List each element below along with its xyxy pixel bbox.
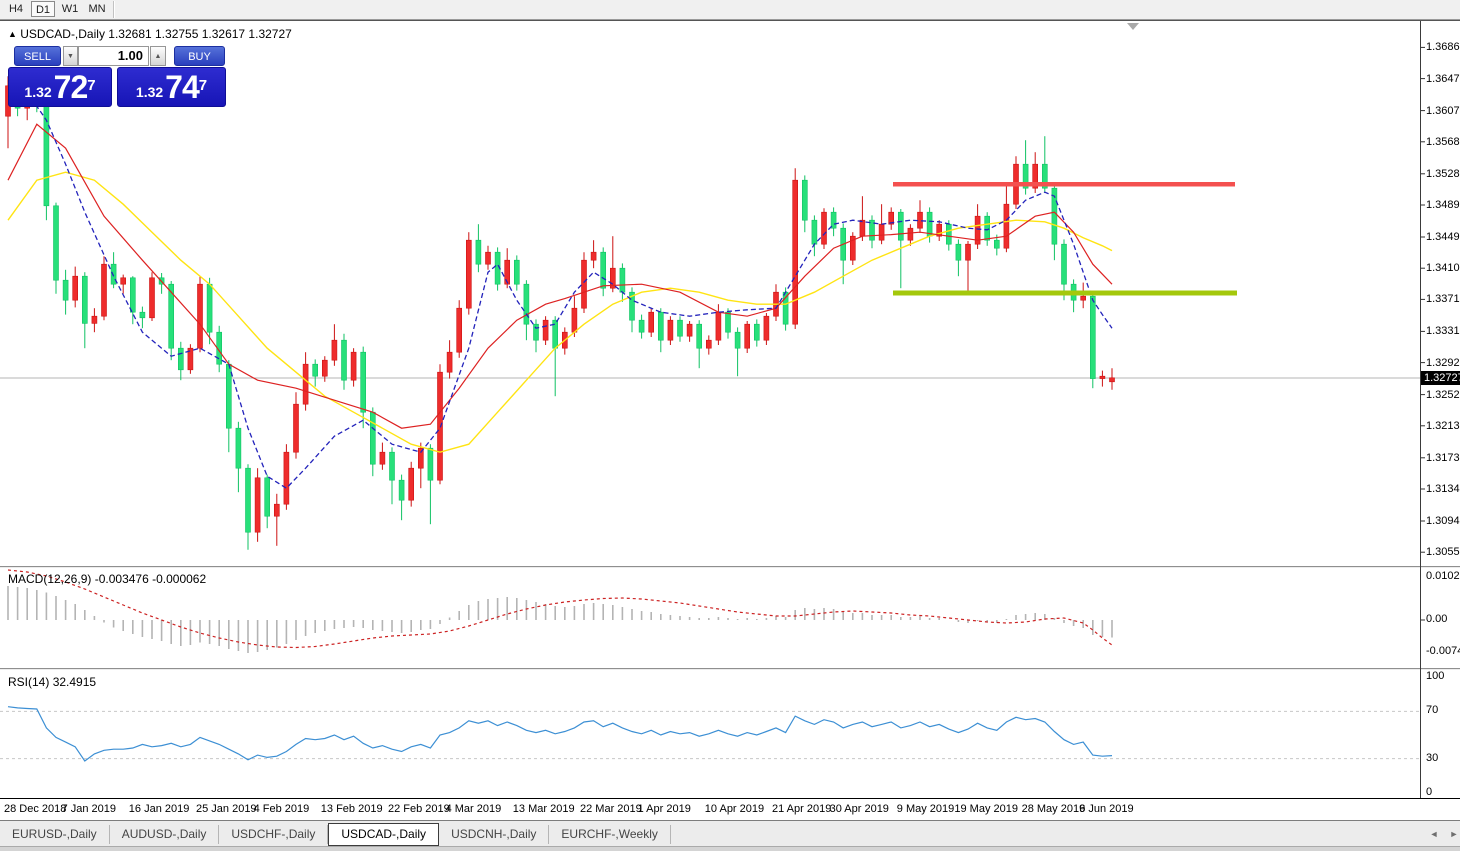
date-axis-label: 9 May 2019 xyxy=(897,803,954,815)
volume-increase-button[interactable]: ▲ xyxy=(150,46,166,66)
price-axis-label: 1.34100 xyxy=(1426,262,1460,274)
date-axis-label: 13 Mar 2019 xyxy=(513,803,575,815)
sell-price-figure: 1.32 xyxy=(24,82,51,102)
volume-decrease-button[interactable]: ▼ xyxy=(63,46,78,66)
buy-price-pips: 74 xyxy=(165,72,199,102)
trading-terminal-window: H4D1W1MN ▲ USDCAD-,Daily 1.32681 1.32755… xyxy=(0,0,1460,851)
rsi-axis-label: 0 xyxy=(1426,786,1432,798)
current-price-tag: 1.32727 xyxy=(1421,371,1460,385)
price-axis-label: 1.32920 xyxy=(1426,357,1460,369)
price-axis-label: 1.32130 xyxy=(1426,420,1460,432)
date-axis-label: 7 Jan 2019 xyxy=(62,803,116,815)
price-axis-label: 1.30940 xyxy=(1426,515,1460,527)
rsi-axis-label: 70 xyxy=(1426,704,1438,716)
macd-axis-label: -0.007477 xyxy=(1426,645,1460,657)
rsi-label: RSI(14) 32.4915 xyxy=(8,675,96,689)
symbol-info-line: ▲ USDCAD-,Daily 1.32681 1.32755 1.32617 … xyxy=(8,27,292,41)
price-axis-label: 1.32520 xyxy=(1426,389,1460,401)
buy-price-point: 7 xyxy=(199,68,207,104)
chart-tab-usdcaddaily[interactable]: USDCAD-,Daily xyxy=(328,823,439,846)
price-axis-label: 1.35680 xyxy=(1426,136,1460,148)
buy-price-button[interactable]: 1.32 74 7 xyxy=(117,67,226,107)
price-axis-label: 1.36860 xyxy=(1426,41,1460,53)
chart-tab-audusddaily[interactable]: AUDUSD-,Daily xyxy=(110,825,220,844)
date-axis-label: 13 Feb 2019 xyxy=(321,803,383,815)
date-axis-label: 22 Feb 2019 xyxy=(388,803,450,815)
sell-price-point: 7 xyxy=(87,68,95,104)
date-axis: 28 Dec 20187 Jan 2019 16 Jan 2019 25 Jan 2… xyxy=(0,798,1460,820)
price-axis-label: 1.31730 xyxy=(1426,452,1460,464)
sell-price-button[interactable]: 1.32 72 7 xyxy=(8,67,112,107)
one-click-trading-panel: SELL ▼ 1.00 ▲ BUY 1.32 72 7 1.32 74 7 xyxy=(8,44,226,107)
price-axis-label: 1.33710 xyxy=(1426,293,1460,305)
price-axis-label: 1.30550 xyxy=(1426,546,1460,558)
price-axis-label: 1.34890 xyxy=(1426,199,1460,211)
price-axis-label: 1.34490 xyxy=(1426,231,1460,243)
sell-button[interactable]: SELL xyxy=(14,46,61,66)
chart-tab-eurchfweekly[interactable]: EURCHF-,Weekly xyxy=(549,825,670,844)
tab-scroll-right-icon[interactable]: ► xyxy=(1447,829,1460,840)
date-axis-label: 28 May 2019 xyxy=(1022,803,1086,815)
date-axis-label: 6 Jun 2019 xyxy=(1079,803,1133,815)
macd-axis-label: 0.010229 xyxy=(1426,570,1460,582)
rsi-axis-label: 100 xyxy=(1426,670,1444,682)
tab-scroll-left-icon[interactable]: ◄ xyxy=(1427,829,1441,840)
volume-input[interactable]: 1.00 xyxy=(78,46,149,66)
macd-label: MACD(12,26,9) -0.003476 -0.000062 xyxy=(8,572,206,586)
date-axis-label: 4 Mar 2019 xyxy=(446,803,502,815)
chart-tab-usdcnhdaily[interactable]: USDCNH-,Daily xyxy=(439,825,549,844)
symbol-label: USDCAD-,Daily xyxy=(20,27,105,41)
collapse-panel-icon[interactable]: ▲ xyxy=(8,29,17,39)
price-axis-label: 1.33310 xyxy=(1426,325,1460,337)
sell-price-pips: 72 xyxy=(54,72,88,102)
chart-tab-bar: EURUSD-,DailyAUDUSD-,DailyUSDCHF-,DailyU… xyxy=(0,820,1460,846)
date-axis-label: 19 May 2019 xyxy=(954,803,1018,815)
price-axis-border xyxy=(1420,21,1421,820)
macd-axis-label: 0.00 xyxy=(1426,613,1447,625)
date-axis-label: 22 Mar 2019 xyxy=(580,803,642,815)
price-axis-label: 1.36470 xyxy=(1426,73,1460,85)
chart-tab-usdchfdaily[interactable]: USDCHF-,Daily xyxy=(219,825,328,844)
status-strip xyxy=(0,846,1460,851)
date-axis-label: 28 Dec 2018 xyxy=(4,803,66,815)
rsi-panel-divider[interactable] xyxy=(0,668,1460,671)
ohlc-values: 1.32681 1.32755 1.32617 1.32727 xyxy=(108,27,292,41)
price-axis-label: 1.35280 xyxy=(1426,168,1460,180)
date-axis-label: 16 Jan 2019 xyxy=(129,803,190,815)
date-axis-label: 4 Feb 2019 xyxy=(254,803,310,815)
price-axis-label: 1.31340 xyxy=(1426,483,1460,495)
date-axis-label: 10 Apr 2019 xyxy=(705,803,764,815)
date-axis-label: 1 Apr 2019 xyxy=(638,803,691,815)
buy-price-figure: 1.32 xyxy=(136,82,163,102)
chart-canvas[interactable] xyxy=(0,0,1460,851)
macd-panel-divider[interactable] xyxy=(0,566,1460,569)
chart-tab-eurusddaily[interactable]: EURUSD-,Daily xyxy=(0,825,110,844)
rsi-axis-label: 30 xyxy=(1426,752,1438,764)
date-axis-label: 21 Apr 2019 xyxy=(772,803,831,815)
buy-button[interactable]: BUY xyxy=(174,46,225,66)
chart-shift-marker-icon[interactable] xyxy=(1127,23,1139,30)
date-axis-label: 30 Apr 2019 xyxy=(830,803,889,815)
date-axis-label: 25 Jan 2019 xyxy=(196,803,257,815)
price-axis-label: 1.36070 xyxy=(1426,105,1460,117)
